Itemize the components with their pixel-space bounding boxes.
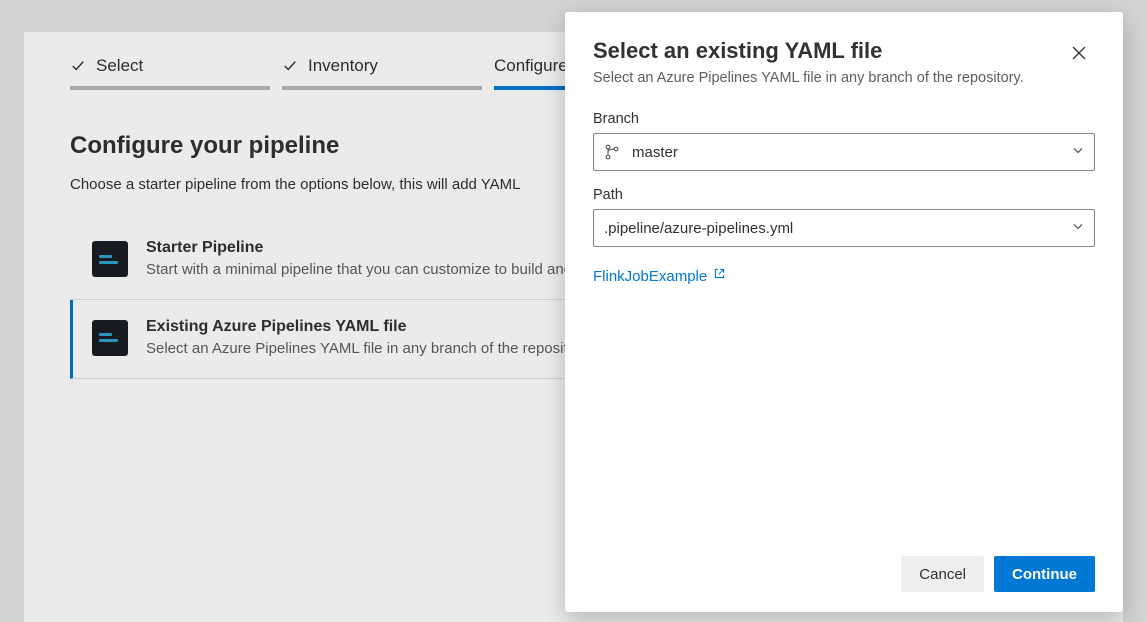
cancel-button[interactable]: Cancel — [901, 556, 984, 592]
external-link-icon — [713, 267, 726, 285]
branch-select[interactable]: master — [593, 133, 1095, 171]
select-yaml-dialog: Select an existing YAML file Select an A… — [565, 12, 1123, 612]
chevron-down-icon — [1072, 220, 1084, 237]
continue-button[interactable]: Continue — [994, 556, 1095, 592]
branch-value: master — [632, 144, 678, 161]
branch-icon — [604, 144, 620, 160]
path-label: Path — [593, 187, 1095, 203]
path-select[interactable]: .pipeline/azure-pipelines.yml — [593, 209, 1095, 247]
close-button[interactable] — [1063, 38, 1095, 70]
repo-link[interactable]: FlinkJobExample — [593, 268, 707, 285]
chevron-down-icon — [1072, 144, 1084, 161]
dialog-title: Select an existing YAML file — [593, 38, 1043, 64]
path-value: .pipeline/azure-pipelines.yml — [604, 220, 793, 237]
close-icon — [1071, 45, 1087, 64]
branch-label: Branch — [593, 111, 1095, 127]
dialog-subtitle: Select an Azure Pipelines YAML file in a… — [593, 68, 1043, 89]
